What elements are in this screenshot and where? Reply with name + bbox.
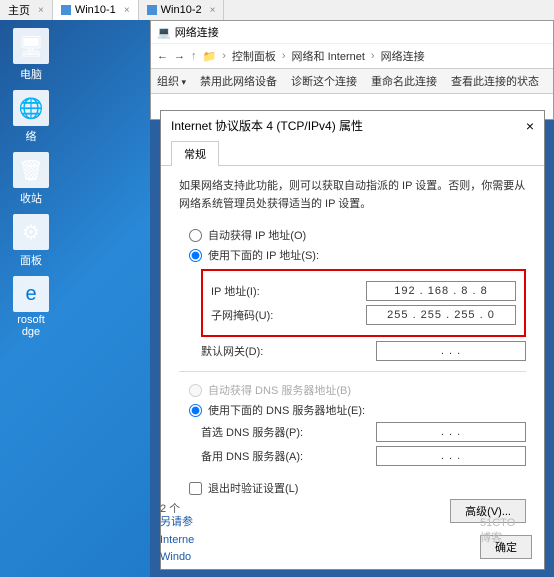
subnet-mask-row: 子网掩码(U): 255 . 255 . 255 . 0 <box>211 305 516 325</box>
network-folder-icon: 💻 <box>157 26 171 39</box>
desktop-icon-edge[interactable]: erosoftdge <box>4 276 58 338</box>
radio-label: 自动获得 IP 地址(O) <box>208 227 306 243</box>
validate-checkbox-row[interactable]: 退出时验证设置(L) <box>189 480 526 496</box>
tab-label: Win10-1 <box>75 4 116 16</box>
home-tab[interactable]: 主页 × <box>0 0 53 20</box>
manual-ip-radio-row[interactable]: 使用下面的 IP 地址(S): <box>189 247 526 263</box>
auto-ip-radio-row[interactable]: 自动获得 IP 地址(O) <box>189 227 526 243</box>
advanced-button[interactable]: 高级(V)... <box>450 499 526 523</box>
tab-label: Win10-2 <box>161 4 202 16</box>
rename-conn[interactable]: 重命名此连接 <box>371 73 437 89</box>
explorer-toolbar: 组织 禁用此网络设备 诊断这个连接 重命名此连接 查看此连接的状态 <box>151 68 553 94</box>
nav-back-icon[interactable]: ← <box>157 50 168 62</box>
checkbox-label: 退出时验证设置(L) <box>208 480 298 496</box>
ip-address-label: IP 地址(I): <box>211 283 366 299</box>
dialog-description: 如果网络支持此功能，则可以获取自动指派的 IP 设置。否则，你需要从网络系统管理… <box>179 178 526 213</box>
vm-icon <box>147 5 157 15</box>
manual-ip-radio[interactable] <box>189 249 202 262</box>
folder-icon: 📁 <box>203 50 217 63</box>
disable-device[interactable]: 禁用此网络设备 <box>200 73 277 89</box>
dns1-row: 首选 DNS 服务器(P): . . . <box>201 422 526 442</box>
desktop-icon-network[interactable]: 🌐络 <box>4 90 58 144</box>
network-icon: 🌐 <box>13 90 49 126</box>
panel-icon: ⚙ <box>13 214 49 250</box>
tab-label: 主页 <box>8 2 30 18</box>
radio-label: 使用下面的 DNS 服务器地址(E): <box>208 402 365 418</box>
explorer-title-bar: 💻 网络连接 <box>151 21 553 44</box>
manual-dns-radio[interactable] <box>189 404 202 417</box>
close-icon[interactable]: × <box>38 5 44 16</box>
dialog-title: Internet 协议版本 4 (TCP/IPv4) 属性 <box>171 117 363 134</box>
dns2-input[interactable]: . . . <box>376 446 526 466</box>
desktop-icon-recycle[interactable]: 🗑收站 <box>4 152 58 206</box>
subnet-mask-label: 子网掩码(U): <box>211 307 366 323</box>
dialog-body: 如果网络支持此功能，则可以获取自动指派的 IP 设置。否则，你需要从网络系统管理… <box>161 166 544 508</box>
nav-up-icon[interactable]: ↑ <box>191 50 197 62</box>
separator <box>179 371 526 372</box>
gateway-label: 默认网关(D): <box>201 343 376 359</box>
manual-dns-radio-row[interactable]: 使用下面的 DNS 服务器地址(E): <box>189 402 526 418</box>
desktop-icon-panel[interactable]: ⚙面板 <box>4 214 58 268</box>
window-title: 网络连接 <box>175 24 219 40</box>
dns2-row: 备用 DNS 服务器(A): . . . <box>201 446 526 466</box>
edge-icon: e <box>13 276 49 312</box>
breadcrumb: ← → ↑ 📁 › 控制面板 › 网络和 Internet › 网络连接 <box>151 44 553 68</box>
dns1-label: 首选 DNS 服务器(P): <box>201 424 376 440</box>
recycle-icon: 🗑 <box>13 152 49 188</box>
breadcrumb-item[interactable]: 网络和 Internet <box>292 48 365 64</box>
sidebar-links: 另请参 Interne Windo <box>160 514 194 567</box>
ipv4-properties-dialog: Internet 协议版本 4 (TCP/IPv4) 属性 × 常规 如果网络支… <box>160 110 545 570</box>
ok-button[interactable]: 确定 <box>480 535 532 559</box>
dns2-label: 备用 DNS 服务器(A): <box>201 448 376 464</box>
auto-ip-radio[interactable] <box>189 229 202 242</box>
view-status[interactable]: 查看此连接的状态 <box>451 73 539 89</box>
validate-checkbox[interactable] <box>189 482 202 495</box>
explorer-window: 💻 网络连接 ← → ↑ 📁 › 控制面板 › 网络和 Internet › 网… <box>150 20 554 120</box>
vm-tab-bar: 主页 × Win10-1 × Win10-2 × <box>0 0 554 20</box>
desktop-icon-computer[interactable]: 🖥电脑 <box>4 28 58 82</box>
dns1-input[interactable]: . . . <box>376 422 526 442</box>
close-icon[interactable]: × <box>526 118 534 134</box>
dialog-title-bar: Internet 协议版本 4 (TCP/IPv4) 属性 × <box>161 111 544 140</box>
breadcrumb-item[interactable]: 控制面板 <box>232 48 276 64</box>
ip-address-input[interactable]: 192 . 168 . 8 . 8 <box>366 281 516 301</box>
subnet-mask-input[interactable]: 255 . 255 . 255 . 0 <box>366 305 516 325</box>
tab-general[interactable]: 常规 <box>171 141 219 166</box>
nav-fwd-icon[interactable]: → <box>174 50 185 62</box>
vm-icon <box>61 5 71 15</box>
auto-dns-radio <box>189 384 202 397</box>
close-icon[interactable]: × <box>210 5 216 16</box>
breadcrumb-item[interactable]: 网络连接 <box>381 48 425 64</box>
dialog-tabs: 常规 <box>161 140 544 166</box>
organize-menu[interactable]: 组织 <box>157 73 186 89</box>
ip-fields-highlight: IP 地址(I): 192 . 168 . 8 . 8 子网掩码(U): 255… <box>201 269 526 337</box>
gateway-row: 默认网关(D): . . . <box>201 341 526 361</box>
dialog-footer: 确定 51CTO博客 <box>480 535 532 559</box>
close-icon[interactable]: × <box>124 5 130 16</box>
computer-icon: 🖥 <box>13 28 49 64</box>
radio-label: 使用下面的 IP 地址(S): <box>208 247 319 263</box>
vm2-tab[interactable]: Win10-2 × <box>139 0 225 20</box>
vm1-tab[interactable]: Win10-1 × <box>53 0 139 20</box>
gateway-input[interactable]: . . . <box>376 341 526 361</box>
diagnose-conn[interactable]: 诊断这个连接 <box>291 73 357 89</box>
radio-label: 自动获得 DNS 服务器地址(B) <box>208 382 351 398</box>
auto-dns-radio-row: 自动获得 DNS 服务器地址(B) <box>189 382 526 398</box>
ip-address-row: IP 地址(I): 192 . 168 . 8 . 8 <box>211 281 516 301</box>
desktop-area: 🖥电脑 🌐络 🗑收站 ⚙面板 erosoftdge <box>0 20 150 577</box>
